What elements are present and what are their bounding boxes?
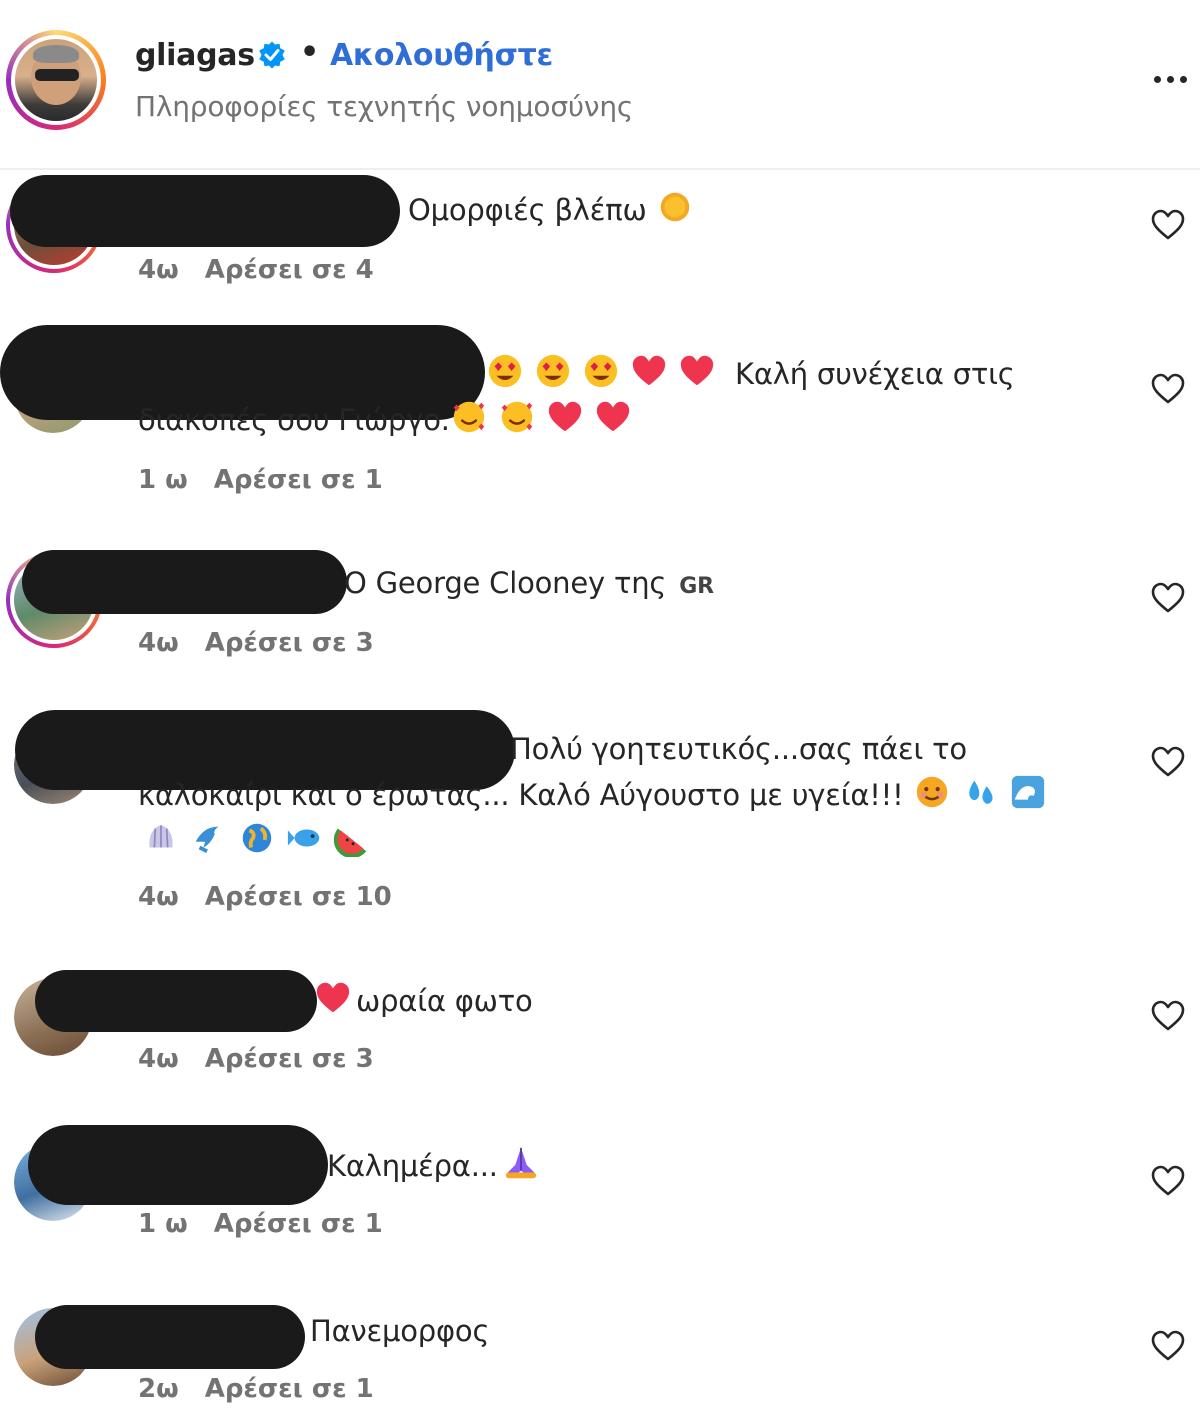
author-avatar[interactable] [6,30,106,130]
comment-text-line1: Πολύ γοητευτικός...σας πάει το [510,732,967,766]
redaction-mark [28,1125,328,1205]
comment-meta: 1 ω Αρέσει σε 1 [138,465,383,495]
like-heart-icon[interactable] [1150,371,1186,407]
globe-emoji [238,819,276,857]
red-heart-emoji [678,352,716,390]
comment-text: ωραία φωτο [314,978,533,1024]
comment-meta: 4ω Αρέσει σε 3 [138,628,374,658]
sun-emoji [656,188,694,226]
comment-time[interactable]: 2ω [138,1374,179,1404]
comment-likes[interactable]: Αρέσει σε 3 [205,628,374,658]
like-heart-icon[interactable] [1150,1328,1186,1364]
like-heart-icon[interactable] [1150,580,1186,616]
follow-button[interactable]: Ακολουθήστε [330,38,553,73]
comment-likes[interactable]: Αρέσει σε 1 [214,1209,383,1239]
red-heart-emoji [546,398,584,436]
folded-hands-emoji [502,1144,540,1182]
comment-text-line2: καλοκαίρι και ο έρωτας... Καλό Αύγουστο … [138,772,1057,818]
wave-emoji [1009,773,1047,811]
verified-badge-icon [259,41,285,69]
red-heart-emoji [594,398,632,436]
comment-likes[interactable]: Αρέσει σε 3 [205,1044,374,1074]
comment-time[interactable]: 4ω [138,255,179,285]
comment-likes[interactable]: Αρέσει σε 1 [205,1374,374,1404]
separator-dot: • [300,35,320,70]
comment-meta: 2ω Αρέσει σε 1 [138,1374,374,1404]
comment-meta: 4ω Αρέσει σε 10 [138,882,392,912]
redaction-mark [22,550,347,614]
comment-meta: 4ω Αρέσει σε 3 [138,1044,374,1074]
comment-text: Καλημέρα... [327,1143,550,1189]
comment-likes[interactable]: Αρέσει σε 10 [205,882,392,912]
flag-gr-emoji: GR [679,574,714,599]
comment-likes[interactable]: Αρέσει σε 4 [205,255,374,285]
comment-text-line2: διακοπές σου Γιώργο. [138,397,642,443]
comment-likes[interactable]: Αρέσει σε 1 [214,465,383,495]
comment-meta: 4ω Αρέσει σε 4 [138,255,374,285]
comment-time[interactable]: 1 ω [138,1209,188,1239]
comment-text: O George Clooney της GR [344,566,714,600]
comment-time[interactable]: 4ω [138,1044,179,1074]
comment-meta: 1 ω Αρέσει σε 1 [138,1209,383,1239]
watermelon-emoji [333,819,372,859]
comment-time[interactable]: 1 ω [138,465,188,495]
shell-emoji [142,819,180,857]
smiling-hearts-emoji [498,398,536,436]
like-heart-icon[interactable] [1150,207,1186,243]
red-heart-emoji [314,979,352,1017]
heart-eyes-emoji [582,352,620,390]
red-heart-emoji [630,352,668,390]
comment-text: Ομορφιές βλέπω [408,187,704,233]
redaction-mark [35,1305,305,1369]
comment-text-line1: Καλή συνέχεια στις [486,351,1015,397]
like-heart-icon[interactable] [1150,998,1186,1034]
droplets-emoji [961,773,999,811]
comment-text: Πανεμορφος [310,1314,490,1348]
heart-eyes-emoji [486,352,524,390]
post-header: gliagas • Ακολουθήστε Πληροφορίες τεχνητ… [0,0,1200,170]
more-options-icon[interactable] [1148,62,1192,96]
smiling-face-emoji [913,773,951,811]
redaction-mark [10,175,400,247]
smiling-hearts-emoji [450,398,488,436]
ai-info-label[interactable]: Πληροφορίες τεχνητής νοημοσύνης [135,90,633,123]
dolphin-emoji [190,819,228,857]
fish-emoji [286,819,324,857]
comment-time[interactable]: 4ω [138,628,179,658]
redaction-mark [35,970,317,1032]
comment-text-line3 [142,818,382,864]
like-heart-icon[interactable] [1150,1163,1186,1199]
heart-eyes-emoji [534,352,572,390]
comment-time[interactable]: 4ω [138,882,179,912]
like-heart-icon[interactable] [1150,744,1186,780]
author-username[interactable]: gliagas [135,38,255,73]
